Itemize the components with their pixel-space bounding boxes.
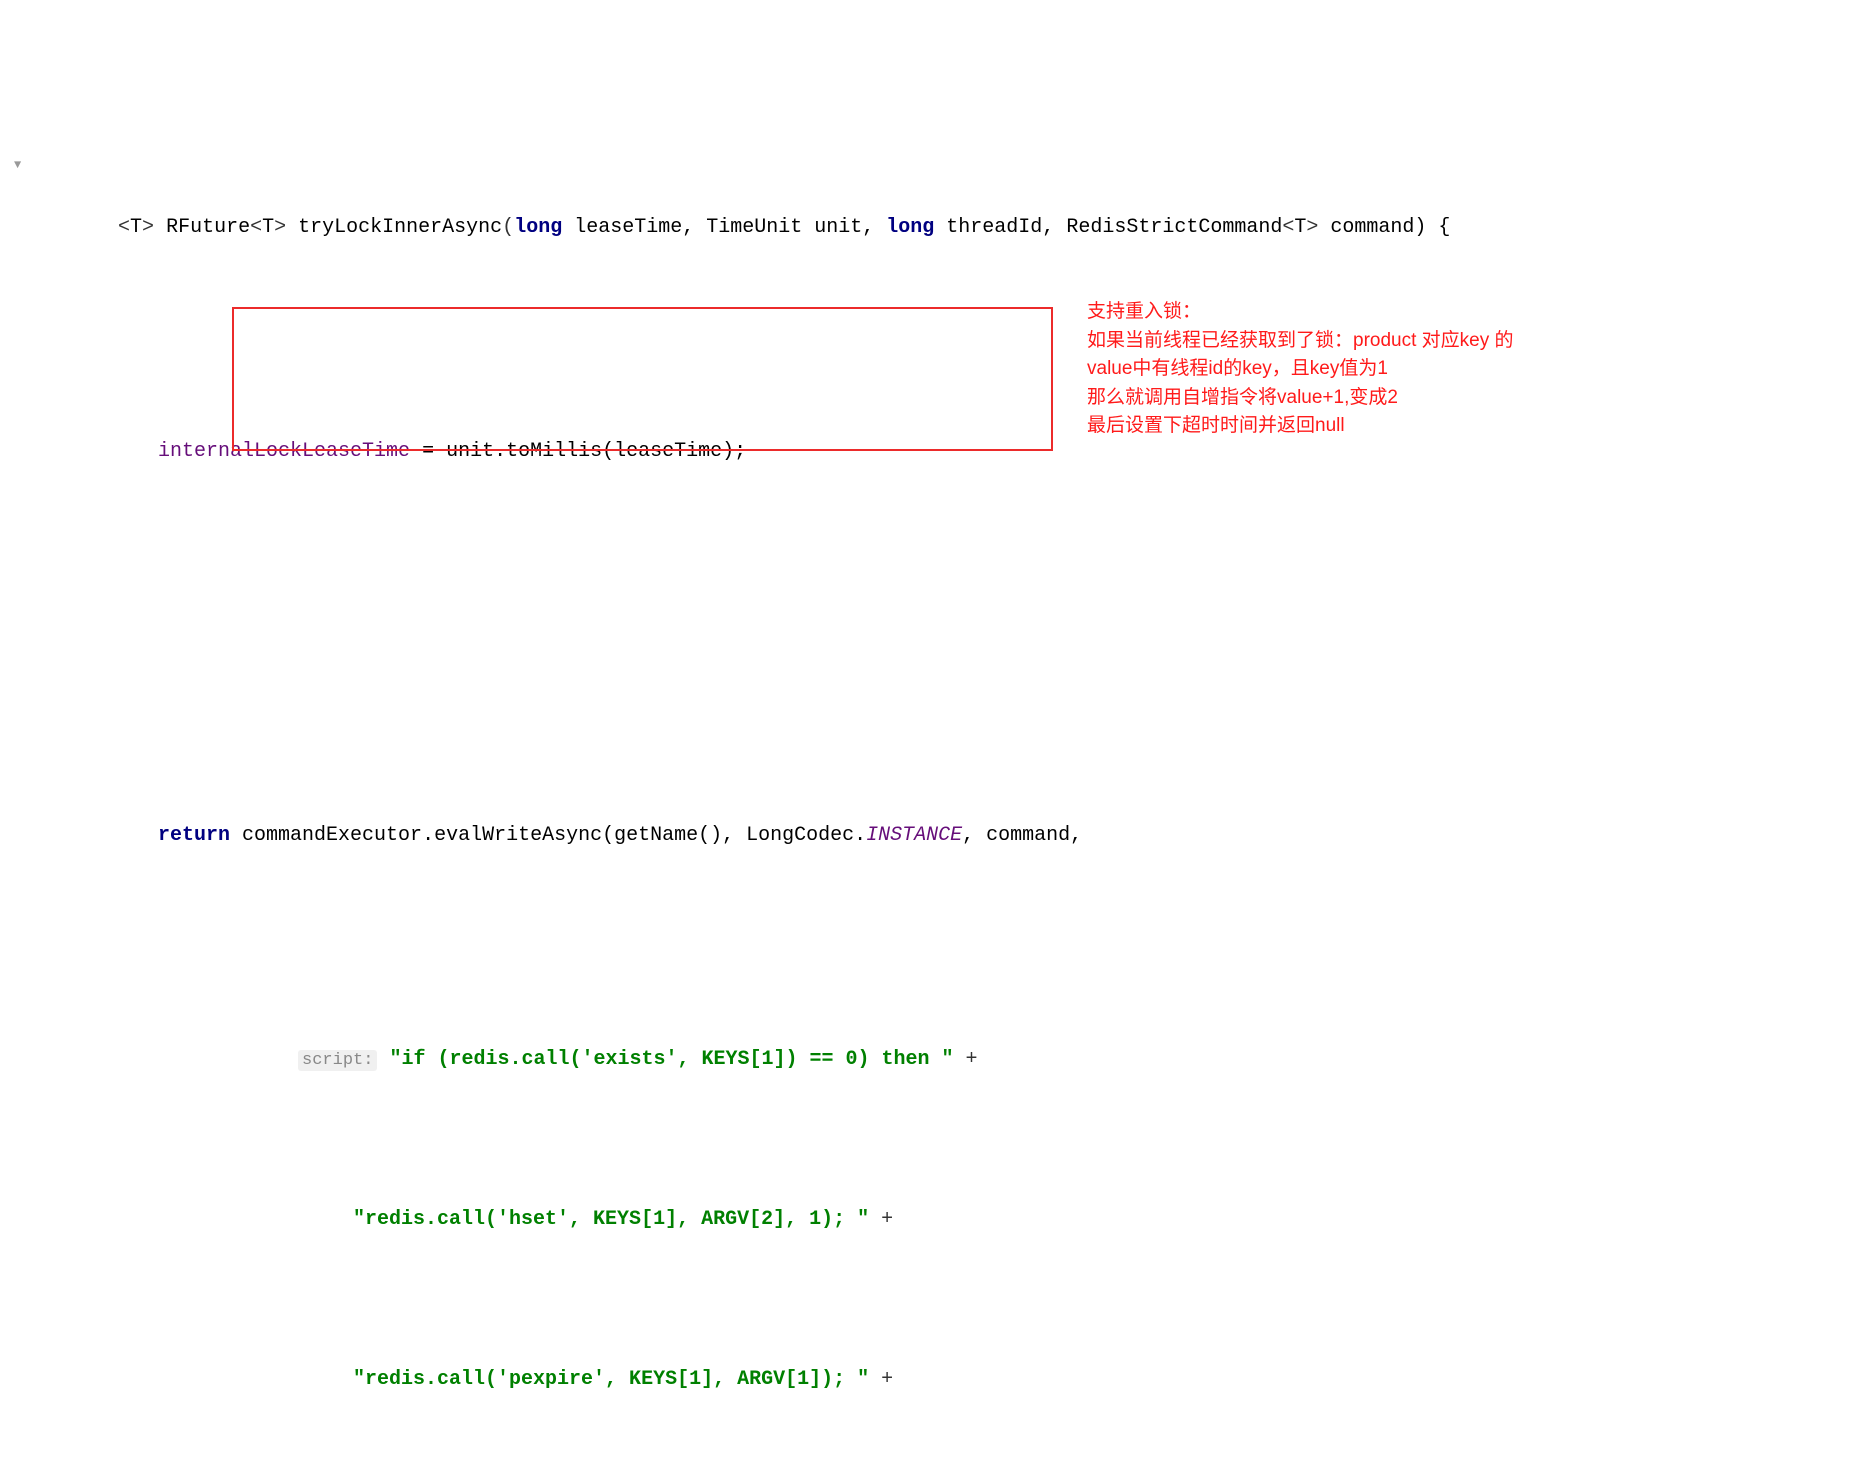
annotation-text: 支持重入锁： 如果当前线程已经获取到了锁：product 对应key 的 val… [1087, 298, 1567, 441]
code-line: "redis.call('pexpire', KEYS[1], ARGV[1])… [0, 1332, 1867, 1428]
fold-arrow-icon[interactable]: ▼ [14, 156, 21, 175]
annotation-line: value中有线程id的key，且key值为1 [1087, 355, 1567, 384]
code-line: script: "if (redis.call('exists', KEYS[1… [0, 1012, 1867, 1108]
code-line: internalLockLeaseTime = unit.toMillis(le… [0, 404, 1867, 500]
parameter-hint: script: [298, 1050, 377, 1071]
code-line [0, 628, 1867, 660]
annotation-line: 如果当前线程已经获取到了锁：product 对应key 的 [1087, 327, 1567, 356]
annotation-line: 支持重入锁： [1087, 298, 1567, 327]
annotation-line: 最后设置下超时时间并返回null [1087, 412, 1567, 441]
code-line: return commandExecutor.evalWriteAsync(ge… [0, 788, 1867, 884]
code-editor: ▼ <T> RFuture<T> tryLockInnerAsync(long … [0, 0, 1867, 1470]
code-line: "redis.call('hset', KEYS[1], ARGV[2], 1)… [0, 1172, 1867, 1268]
annotation-line: 那么就调用自增指令将value+1,变成2 [1087, 384, 1567, 413]
code-line: ▼ <T> RFuture<T> tryLockInnerAsync(long … [0, 148, 1867, 276]
